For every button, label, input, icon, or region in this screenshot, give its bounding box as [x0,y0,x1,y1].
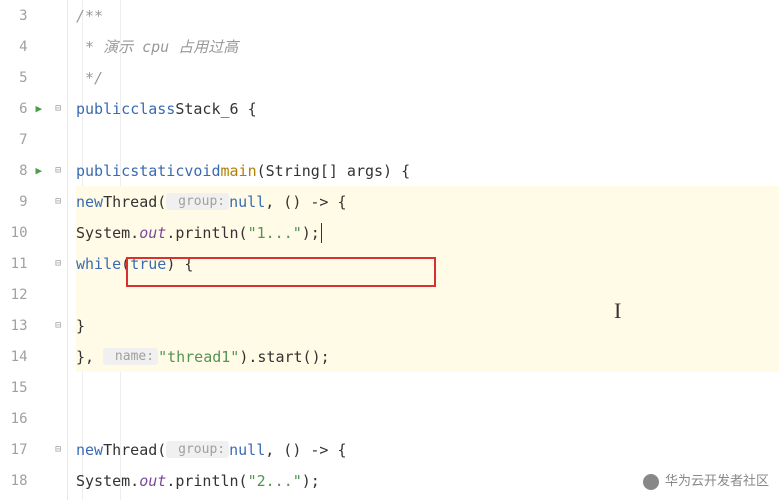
code-line[interactable]: public static void main(String[] args) { [76,155,779,186]
line-number: 8 [0,163,36,179]
code-line[interactable]: * 演示 cpu 占用过高 [76,31,779,62]
text-cursor [321,223,323,243]
line-number: 14 [0,349,36,365]
code-line[interactable] [76,279,779,310]
code-line[interactable]: /** [76,0,779,31]
code-line[interactable] [76,372,779,403]
code-line[interactable]: } [76,310,779,341]
line-number: 13 [0,318,36,334]
code-line[interactable]: new Thread( group: null, () -> { [76,434,779,465]
fold-marker[interactable]: ⊟ [49,103,67,114]
run-gutter-icon[interactable]: ▶ [36,102,50,115]
line-number: 4 [0,39,36,55]
fold-marker[interactable]: ⊟ [49,196,67,207]
run-gutter-icon[interactable]: ▶ [36,164,50,177]
code-editor: 3 4 5 6▶⊟ 7 8▶⊟ 9⊟ 10 11⊟ 12 13⊟ 14 15 1… [0,0,779,500]
fold-marker[interactable]: ⊟ [49,165,67,176]
fold-marker[interactable]: ⊟ [49,444,67,455]
code-line[interactable] [76,124,779,155]
code-line[interactable]: */ [76,62,779,93]
watermark-logo-icon [643,474,659,490]
line-number: 7 [0,132,36,148]
line-number: 10 [0,225,36,241]
line-number: 5 [0,70,36,86]
line-number: 6 [0,101,36,117]
line-number: 3 [0,8,36,24]
fold-marker[interactable]: ⊟ [49,320,67,331]
line-number: 12 [0,287,36,303]
line-number: 16 [0,411,36,427]
parameter-hint: name: [103,348,158,365]
code-line[interactable]: }, name: "thread1").start(); [76,341,779,372]
code-line[interactable]: new Thread( group: null, () -> { [76,186,779,217]
line-number: 11 [0,256,36,272]
code-line[interactable] [76,403,779,434]
line-number: 18 [0,473,36,489]
line-number: 9 [0,194,36,210]
parameter-hint: group: [166,193,229,210]
gutter: 3 4 5 6▶⊟ 7 8▶⊟ 9⊟ 10 11⊟ 12 13⊟ 14 15 1… [0,0,68,500]
code-line[interactable]: System.out.println("1..."); [76,217,779,248]
line-number: 15 [0,380,36,396]
code-line[interactable]: public class Stack_6 { [76,93,779,124]
code-area[interactable]: /** * 演示 cpu 占用过高 */ public class Stack_… [68,0,779,500]
code-line[interactable]: while(true) { [76,248,779,279]
fold-marker[interactable]: ⊟ [49,258,67,269]
parameter-hint: group: [166,441,229,458]
line-number: 17 [0,442,36,458]
watermark: 华为云开发者社区 [643,470,769,490]
